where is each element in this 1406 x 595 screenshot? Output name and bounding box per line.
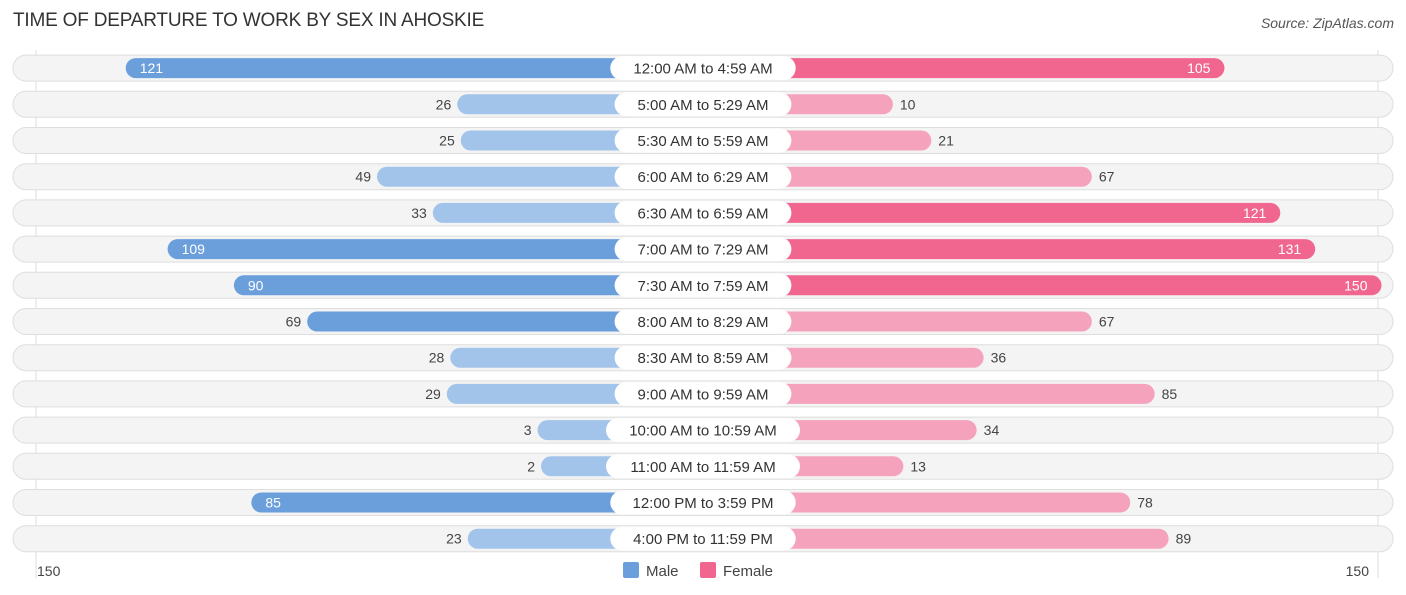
category-label: 4:00 PM to 11:59 PM xyxy=(633,531,773,548)
female-bar xyxy=(703,239,1316,260)
male-value-label: 85 xyxy=(265,495,281,511)
male-value-label: 121 xyxy=(140,60,164,76)
female-value-label: 13 xyxy=(910,458,926,474)
category-label: 6:00 AM to 6:29 AM xyxy=(638,169,769,186)
legend-label-female: Female xyxy=(723,563,773,580)
chart-svg: 12:00 AM to 4:59 AM 121 105 5:00 AM to 5:29… xyxy=(12,50,1394,580)
female-value-label: 131 xyxy=(1278,241,1302,257)
category-label: 7:00 AM to 7:29 AM xyxy=(638,242,769,259)
male-value-label: 49 xyxy=(355,169,371,185)
category-label: 9:00 AM to 9:59 AM xyxy=(638,386,769,403)
male-value-label: 90 xyxy=(248,277,264,293)
female-value-label: 10 xyxy=(900,96,916,112)
category-label: 5:00 AM to 5:29 AM xyxy=(638,97,769,114)
legend-swatch-female xyxy=(700,562,716,578)
male-value-label: 69 xyxy=(286,314,302,330)
female-value-label: 121 xyxy=(1243,205,1267,221)
legend-label-male: Male xyxy=(646,563,679,580)
male-value-label: 29 xyxy=(425,386,441,402)
category-label: 12:00 PM to 3:59 PM xyxy=(633,495,774,512)
female-value-label: 67 xyxy=(1099,169,1115,185)
male-value-label: 3 xyxy=(524,422,532,438)
category-label: 5:30 AM to 5:59 AM xyxy=(638,133,769,150)
female-value-label: 67 xyxy=(1099,314,1115,330)
category-label: 6:30 AM to 6:59 AM xyxy=(638,205,769,222)
category-label: 11:00 AM to 11:59 AM xyxy=(630,459,775,476)
category-label: 12:00 AM to 4:59 AM xyxy=(633,61,772,78)
axis-tick-left: 150 xyxy=(37,563,61,579)
category-label: 10:00 AM to 10:59 AM xyxy=(629,423,777,440)
female-value-label: 105 xyxy=(1187,60,1211,76)
female-value-label: 89 xyxy=(1176,531,1192,547)
female-value-label: 34 xyxy=(984,422,1000,438)
female-bar xyxy=(703,275,1382,296)
category-label: 8:30 AM to 8:59 AM xyxy=(638,350,769,367)
female-value-label: 78 xyxy=(1137,495,1153,511)
category-label: 7:30 AM to 7:59 AM xyxy=(638,278,769,295)
chart-container: TIME OF DEPARTURE TO WORK BY SEX IN AHOS… xyxy=(0,0,1406,595)
male-value-label: 23 xyxy=(446,531,462,547)
female-value-label: 150 xyxy=(1344,277,1368,293)
category-label: 8:00 AM to 8:29 AM xyxy=(638,314,769,331)
male-value-label: 33 xyxy=(411,205,427,221)
legend-swatch-male xyxy=(623,562,639,578)
male-value-label: 109 xyxy=(182,241,206,257)
female-value-label: 85 xyxy=(1162,386,1178,402)
female-value-label: 21 xyxy=(938,133,954,149)
male-value-label: 26 xyxy=(436,96,452,112)
male-value-label: 25 xyxy=(439,133,455,149)
axis-tick-right: 150 xyxy=(1346,563,1370,579)
male-value-label: 2 xyxy=(527,458,535,474)
male-value-label: 28 xyxy=(429,350,445,366)
female-value-label: 36 xyxy=(991,350,1007,366)
